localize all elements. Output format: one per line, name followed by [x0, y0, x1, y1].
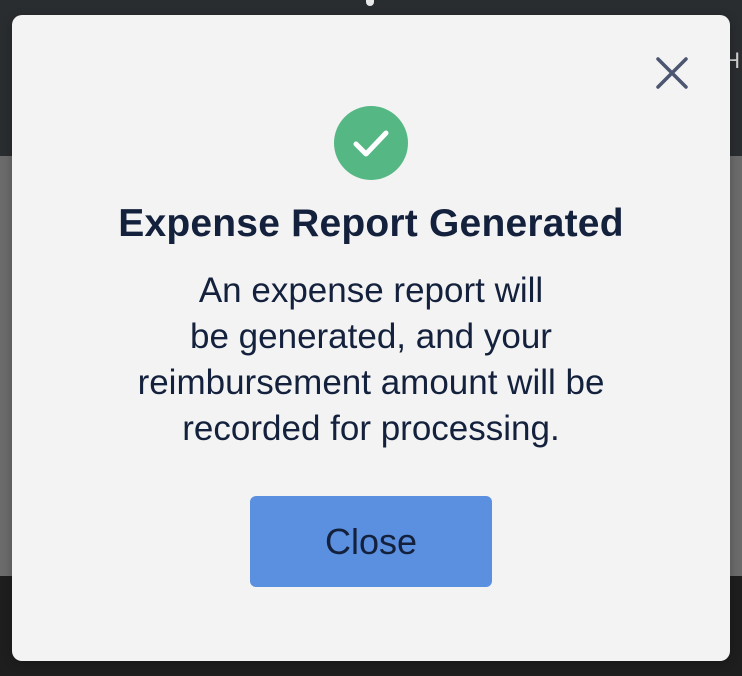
close-button[interactable]: Close: [250, 496, 492, 587]
dialog-message-line: An expense report will: [198, 271, 544, 310]
dialog-title: Expense Report Generated: [118, 202, 624, 245]
dialog-message-line: be generated, and your: [190, 317, 552, 356]
dialog-message: An expense report will be generated, and…: [12, 268, 730, 452]
dialog-message-line: recorded for processing.: [182, 409, 560, 448]
checkmark-icon: [334, 106, 408, 180]
close-icon[interactable]: [652, 53, 692, 93]
expense-report-dialog: Expense Report Generated An expense repo…: [12, 15, 730, 661]
dialog-message-line: reimbursement amount will be: [137, 363, 605, 402]
